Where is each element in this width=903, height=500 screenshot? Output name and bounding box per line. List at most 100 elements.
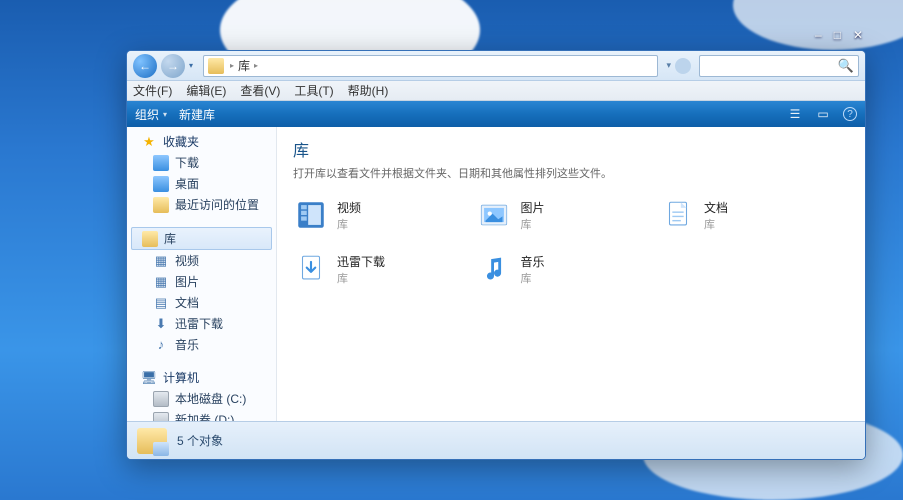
sidebar-favorites-label: 收藏夹 xyxy=(163,133,199,150)
sidebar-item-documents[interactable]: ▤ 文档 xyxy=(127,292,276,313)
sidebar-item-recent[interactable]: 最近访问的位置 xyxy=(127,194,276,215)
label: 文档 xyxy=(704,199,728,216)
music-icon xyxy=(476,251,512,287)
video-icon: ▦ xyxy=(153,253,169,269)
documents-icon: ▤ xyxy=(153,295,169,311)
chevron-right-icon: ▸ xyxy=(230,61,234,70)
label: 桌面 xyxy=(175,175,199,192)
status-bar: 5 个对象 xyxy=(127,421,865,459)
downloads-icon xyxy=(153,155,169,171)
dropdown-icon[interactable]: ▾ xyxy=(666,60,671,71)
dropdown-icon: ▾ xyxy=(163,110,167,119)
drive-icon xyxy=(153,391,169,407)
menu-tools[interactable]: 工具(T) xyxy=(294,82,333,99)
sidebar-item-drive-d[interactable]: 新加卷 (D:) xyxy=(127,409,276,421)
help-button[interactable]: ? xyxy=(843,107,857,121)
label: 新加卷 (D:) xyxy=(175,411,234,421)
search-input[interactable]: 🔍 xyxy=(699,55,859,77)
libraries-icon xyxy=(142,231,158,247)
organize-label: 组织 xyxy=(135,106,159,123)
desktop-task-buttons: – □ ✕ xyxy=(815,28,863,42)
label: 视频 xyxy=(337,199,361,216)
label: 音乐 xyxy=(520,253,544,270)
label: 迅雷下载 xyxy=(337,253,385,270)
sublabel: 库 xyxy=(520,216,544,232)
library-folder-icon xyxy=(137,428,167,454)
label: 迅雷下载 xyxy=(175,315,223,332)
content-pane: 库 打开库以查看文件并根据文件夹、日期和其他属性排列这些文件。 视频库 图片库 xyxy=(277,127,865,421)
address-bar-row: ← → ▾ ▸ 库 ▸ ▾ 🔍 xyxy=(127,51,865,81)
label: 最近访问的位置 xyxy=(175,196,259,213)
sidebar-item-video[interactable]: ▦ 视频 xyxy=(127,250,276,271)
sidebar-item-xunlei[interactable]: ⬇ 迅雷下载 xyxy=(127,313,276,334)
forward-button[interactable]: → xyxy=(161,54,185,78)
forward-icon: → xyxy=(167,59,179,73)
music-icon: ♪ xyxy=(153,337,169,353)
computer-icon: 🖥 xyxy=(141,370,157,386)
label: 图片 xyxy=(175,273,199,290)
breadcrumb-node-library[interactable]: 库 xyxy=(238,57,250,74)
sublabel: 库 xyxy=(520,270,544,286)
sublabel: 库 xyxy=(337,216,361,232)
status-count: 5 个对象 xyxy=(177,432,223,449)
xunlei-icon xyxy=(293,251,329,287)
recent-icon xyxy=(153,197,169,213)
new-library-button[interactable]: 新建库 xyxy=(179,106,215,123)
sublabel: 库 xyxy=(704,216,728,232)
sidebar-item-pictures[interactable]: ▦ 图片 xyxy=(127,271,276,292)
organize-menu[interactable]: 组织 ▾ xyxy=(135,106,167,123)
sidebar-computer-label: 计算机 xyxy=(163,369,199,386)
minimize-button[interactable]: – xyxy=(815,28,822,42)
xunlei-icon: ⬇ xyxy=(153,316,169,332)
close-button[interactable]: ✕ xyxy=(853,28,863,42)
library-item-music[interactable]: 音乐库 xyxy=(476,247,659,301)
menu-file[interactable]: 文件(F) xyxy=(133,82,172,99)
sublabel: 库 xyxy=(337,270,385,286)
address-bar-right: ▾ xyxy=(666,58,691,74)
sidebar-favorites[interactable]: ★ 收藏夹 xyxy=(127,131,276,152)
explorer-window: ← → ▾ ▸ 库 ▸ ▾ 🔍 文件(F) 编辑(E) 查看(V) 工具(T) … xyxy=(126,50,866,460)
menu-help[interactable]: 帮助(H) xyxy=(348,82,389,99)
label: 视频 xyxy=(175,252,199,269)
sidebar-item-desktop[interactable]: 桌面 xyxy=(127,173,276,194)
history-dropdown[interactable]: ▾ xyxy=(189,61,199,70)
sidebar-computer[interactable]: 🖥 计算机 xyxy=(127,367,276,388)
menu-edit[interactable]: 编辑(E) xyxy=(186,82,226,99)
breadcrumb[interactable]: ▸ 库 ▸ xyxy=(203,55,658,77)
video-icon xyxy=(293,197,329,233)
search-icon: 🔍 xyxy=(838,58,854,74)
label: 文档 xyxy=(175,294,199,311)
page-title: 库 xyxy=(293,137,849,161)
navigation-pane: ★ 收藏夹 下载 桌面 最近访问的位置 库 ▦视频 ▦图片 ▤文档 ⬇迅雷下载 … xyxy=(127,127,277,421)
page-description: 打开库以查看文件并根据文件夹、日期和其他属性排列这些文件。 xyxy=(293,165,849,181)
library-item-xunlei[interactable]: 迅雷下载库 xyxy=(293,247,476,301)
menu-view[interactable]: 查看(V) xyxy=(240,82,280,99)
back-button[interactable]: ← xyxy=(133,54,157,78)
refresh-icon[interactable] xyxy=(675,58,691,74)
sidebar-item-music[interactable]: ♪ 音乐 xyxy=(127,334,276,355)
maximize-button[interactable]: □ xyxy=(834,28,841,42)
label: 本地磁盘 (C:) xyxy=(175,390,246,407)
view-options-button[interactable]: ☰ xyxy=(787,106,803,122)
label: 图片 xyxy=(520,199,544,216)
pictures-icon: ▦ xyxy=(153,274,169,290)
sidebar-libraries-label: 库 xyxy=(164,230,176,247)
sidebar-libraries[interactable]: 库 xyxy=(131,227,272,250)
preview-pane-button[interactable]: ▭ xyxy=(815,106,831,122)
sidebar-item-downloads[interactable]: 下载 xyxy=(127,152,276,173)
library-item-pictures[interactable]: 图片库 xyxy=(476,193,659,247)
pictures-icon xyxy=(476,197,512,233)
label: 下载 xyxy=(175,154,199,171)
desktop-icon xyxy=(153,176,169,192)
drive-icon xyxy=(153,412,169,422)
libraries-icon xyxy=(208,58,224,74)
library-item-documents[interactable]: 文档库 xyxy=(660,193,843,247)
documents-icon xyxy=(660,197,696,233)
chevron-right-icon: ▸ xyxy=(254,61,258,70)
sidebar-item-drive-c[interactable]: 本地磁盘 (C:) xyxy=(127,388,276,409)
command-bar: 组织 ▾ 新建库 ☰ ▭ ? xyxy=(127,101,865,127)
library-item-video[interactable]: 视频库 xyxy=(293,193,476,247)
menu-bar: 文件(F) 编辑(E) 查看(V) 工具(T) 帮助(H) xyxy=(127,81,865,101)
star-icon: ★ xyxy=(141,134,157,150)
label: 音乐 xyxy=(175,336,199,353)
